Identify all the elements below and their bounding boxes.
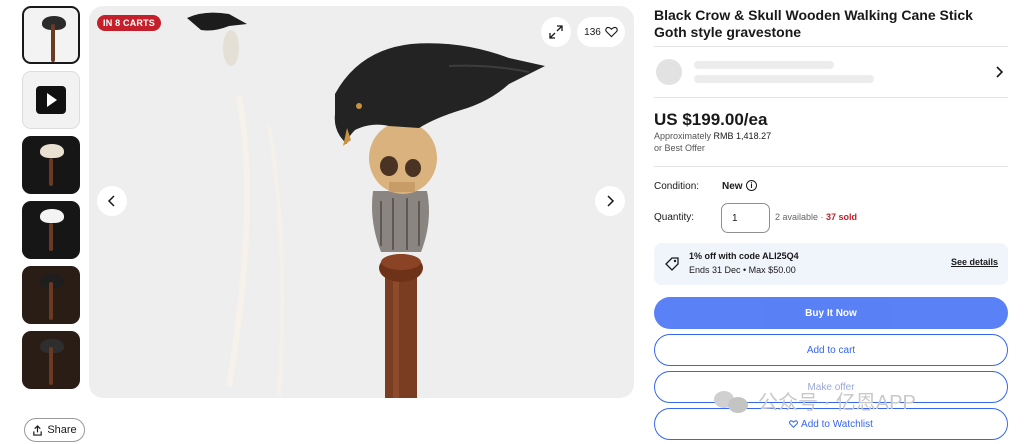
seller-name-blurred — [694, 61, 834, 69]
approx-value: RMB 1,418.27 — [713, 131, 772, 141]
watch-count-button[interactable]: 136 — [577, 17, 625, 47]
chevron-right-icon — [607, 195, 615, 207]
expand-icon — [549, 25, 563, 39]
listing-title: Black Crow & Skull Wooden Walking Cane S… — [654, 7, 973, 40]
coupon-title: 1% off with code ALI25Q4 — [689, 251, 799, 261]
thumbnail-6[interactable] — [22, 331, 80, 389]
thumbnail-1[interactable] — [22, 6, 80, 64]
seller-feedback-blurred — [694, 75, 874, 83]
coupon-terms: Ends 31 Dec • Max $50.00 — [689, 265, 796, 275]
chevron-left-icon — [107, 195, 115, 207]
condition-label: Condition: — [654, 181, 700, 192]
listing-panel: Black Crow & Skull Wooden Walking Cane S… — [654, 0, 1008, 440]
thumb-image — [40, 144, 64, 158]
heart-icon — [605, 26, 618, 38]
coupon-tag-icon — [665, 257, 679, 271]
price: US $199.00/ea — [654, 110, 768, 129]
thumbnail-video[interactable] — [22, 71, 80, 129]
seller-card[interactable] — [654, 46, 1008, 98]
seller-avatar — [656, 59, 682, 85]
availability: 2 available · 37 sold — [775, 212, 858, 222]
thumbnail-strip — [22, 6, 82, 396]
play-icon — [36, 86, 66, 114]
watch-count: 136 — [584, 26, 601, 38]
quantity-input[interactable]: 1 — [721, 203, 770, 233]
share-label: Share — [47, 424, 77, 436]
available-count: 2 available — [775, 212, 819, 222]
sold-count: 37 sold — [826, 212, 858, 222]
watermark-text: 公众号 · 亿恩APP — [758, 392, 916, 414]
thumb-image — [40, 209, 64, 223]
thumb-image — [49, 282, 53, 320]
thumbnail-5[interactable] — [22, 266, 80, 324]
heart-icon — [789, 420, 799, 428]
see-details-link[interactable]: See details — [951, 257, 998, 267]
cane-photo — [187, 12, 545, 398]
watermark: 公众号 · 亿恩APP — [712, 386, 916, 415]
thumb-image — [49, 158, 53, 186]
add-to-cart-button[interactable]: Add to cart — [654, 334, 1008, 366]
main-product-image[interactable]: IN 8 CARTS 136 — [89, 6, 634, 398]
thumbnail-3[interactable] — [22, 136, 80, 194]
expand-button[interactable] — [541, 17, 571, 47]
quantity-label: Quantity: — [654, 212, 695, 223]
thumbnail-4[interactable] — [22, 201, 80, 259]
buy-it-now-button[interactable]: Buy It Now — [654, 297, 1008, 329]
approx-prefix: Approximately — [654, 131, 712, 141]
divider — [654, 166, 1008, 167]
thumb-image — [49, 223, 53, 251]
chevron-right-icon — [996, 66, 1004, 78]
info-icon[interactable]: i — [746, 180, 757, 191]
wechat-logo-icon — [712, 387, 752, 415]
coupon-banner: 1% off with code ALI25Q4 Ends 31 Dec • M… — [654, 243, 1008, 285]
cane-thumb-image — [51, 24, 55, 62]
share-icon — [33, 424, 43, 436]
next-image-button[interactable] — [595, 186, 625, 216]
approx-price: Approximately RMB 1,418.27 — [654, 131, 771, 141]
condition-value: New — [722, 181, 743, 192]
in-carts-badge: IN 8 CARTS — [97, 15, 162, 31]
previous-image-button[interactable] — [97, 186, 127, 216]
share-button[interactable]: Share — [24, 418, 85, 442]
thumb-image — [49, 347, 53, 385]
watchlist-label: Add to Watchlist — [801, 418, 873, 430]
best-offer-note: or Best Offer — [654, 143, 705, 153]
